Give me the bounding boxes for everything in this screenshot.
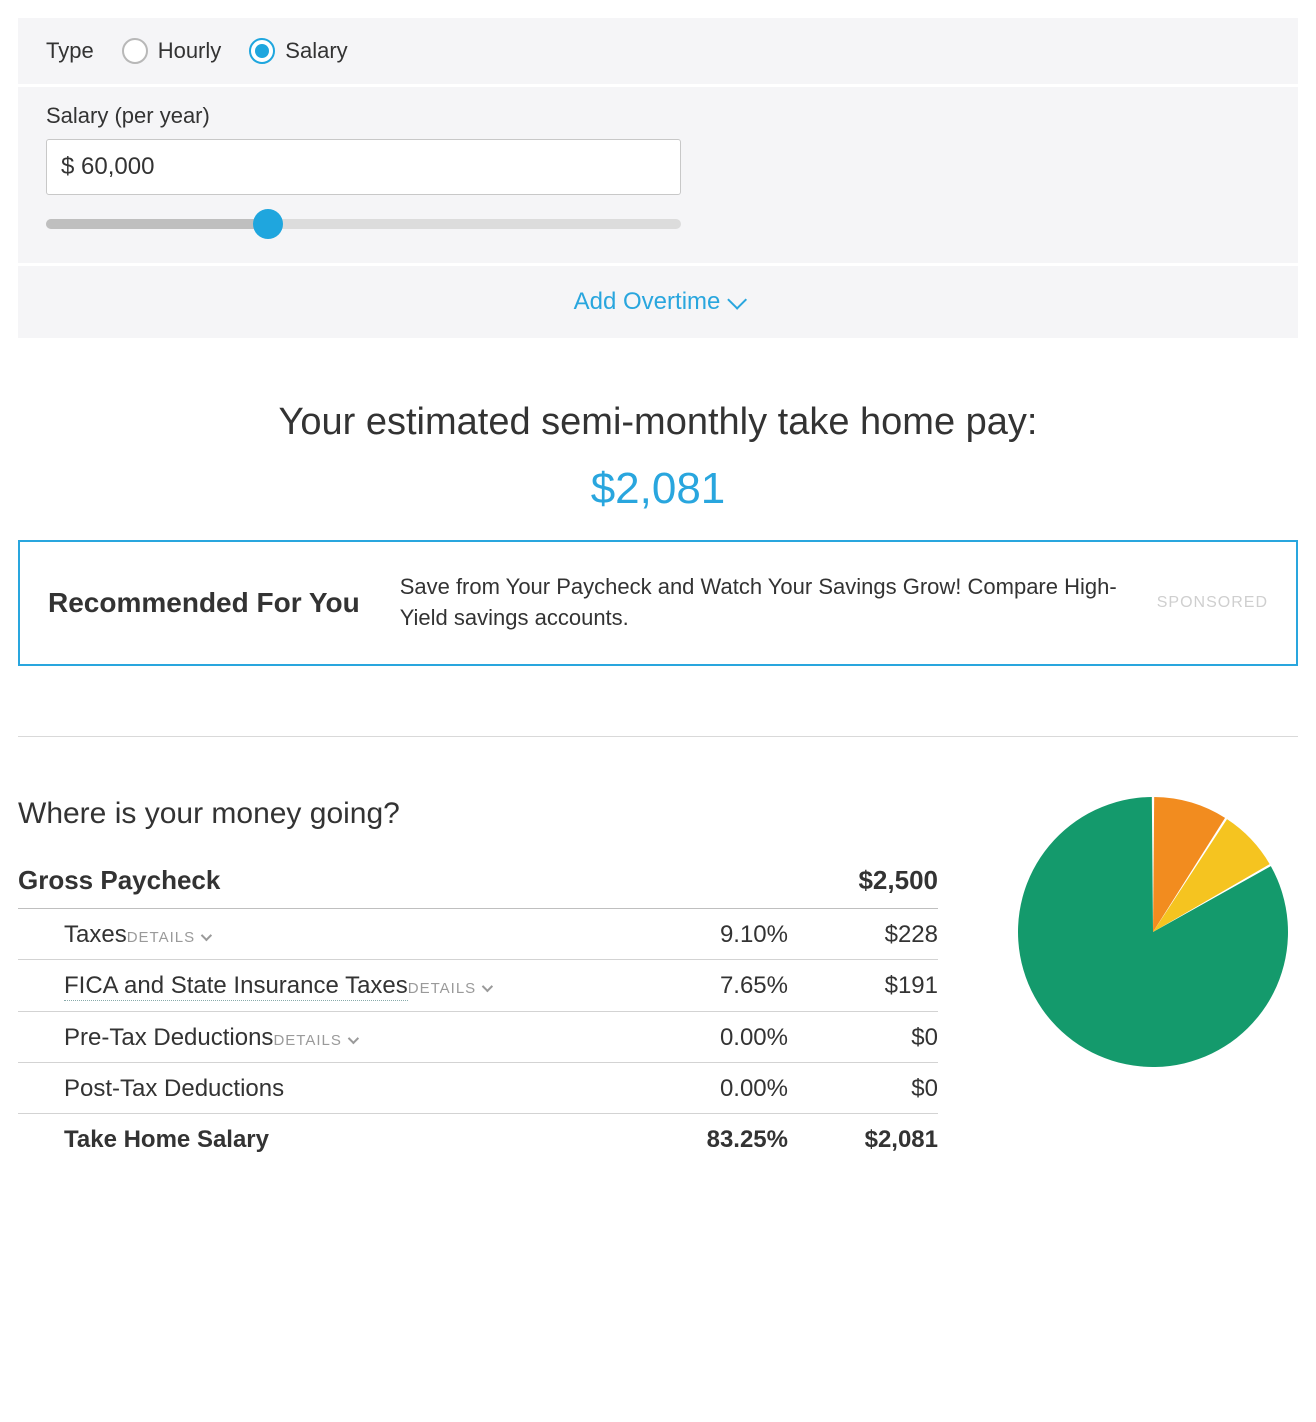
- breakdown-row-amount: $228: [788, 921, 938, 949]
- breakdown-row: FICA and State Insurance TaxesDETAILS 7.6…: [18, 960, 938, 1012]
- details-toggle[interactable]: DETAILS: [408, 980, 490, 997]
- details-toggle[interactable]: DETAILS: [127, 929, 209, 946]
- details-toggle[interactable]: DETAILS: [273, 1032, 355, 1049]
- breakdown-row-percent: 9.10%: [648, 921, 788, 949]
- breakdown-row-percent: 0.00%: [648, 1024, 788, 1052]
- details-label: DETAILS: [273, 1032, 341, 1049]
- gross-paycheck-amount: $2,500: [858, 865, 938, 896]
- pay-type-salary-label: Salary: [285, 38, 347, 64]
- breakdown-row-name: Take Home Salary: [64, 1126, 269, 1153]
- details-label: DETAILS: [408, 980, 476, 997]
- money-pie-chart: [1018, 797, 1288, 1067]
- promo-card[interactable]: Recommended For You Save from Your Paych…: [18, 540, 1298, 666]
- breakdown-row-name: Post-Tax Deductions: [64, 1075, 284, 1102]
- breakdown-row: Pre-Tax DeductionsDETAILS 0.00%$0: [18, 1012, 938, 1063]
- add-overtime-link[interactable]: Add Overtime: [574, 288, 743, 316]
- breakdown-row-percent: 83.25%: [648, 1126, 788, 1154]
- section-divider: [18, 736, 1298, 737]
- pay-type-hourly-radio[interactable]: Hourly: [122, 38, 222, 64]
- breakdown-row-name: Taxes: [64, 921, 127, 948]
- breakdown-row-amount: $191: [788, 972, 938, 1000]
- promo-title: Recommended For You: [48, 587, 360, 619]
- breakdown-row: Post-Tax Deductions 0.00%$0: [18, 1063, 938, 1114]
- salary-label: Salary (per year): [46, 103, 1270, 129]
- promo-text: Save from Your Paycheck and Watch Your S…: [400, 572, 1117, 634]
- details-label: DETAILS: [127, 929, 195, 946]
- gross-paycheck-label: Gross Paycheck: [18, 865, 220, 896]
- pay-type-hourly-label: Hourly: [158, 38, 222, 64]
- pay-type-label: Type: [46, 38, 94, 64]
- chevron-down-icon: [348, 1033, 359, 1044]
- breakdown-row: TaxesDETAILS 9.10%$228: [18, 909, 938, 960]
- chevron-down-icon: [728, 290, 748, 310]
- pay-type-salary-radio[interactable]: Salary: [249, 38, 347, 64]
- breakdown-row-percent: 0.00%: [648, 1075, 788, 1103]
- breakdown-row-amount: $2,081: [788, 1126, 938, 1154]
- breakdown-row-amount: $0: [788, 1075, 938, 1103]
- chevron-down-icon: [201, 930, 212, 941]
- breakdown-row-amount: $0: [788, 1024, 938, 1052]
- estimate-title: Your estimated semi-monthly take home pa…: [18, 401, 1298, 444]
- estimate-amount: $2,081: [18, 464, 1298, 514]
- breakdown-title: Where is your money going?: [18, 797, 938, 831]
- salary-slider[interactable]: [46, 209, 681, 239]
- promo-sponsored-label: SPONSORED: [1157, 594, 1268, 612]
- breakdown-row-percent: 7.65%: [648, 972, 788, 1000]
- salary-input[interactable]: [46, 139, 681, 195]
- pay-type-radio-group: Hourly Salary: [122, 38, 348, 64]
- breakdown-row: Take Home Salary 83.25%$2,081: [18, 1114, 938, 1164]
- breakdown-row-name: FICA and State Insurance Taxes: [64, 972, 408, 1001]
- breakdown-row-name: Pre-Tax Deductions: [64, 1024, 273, 1051]
- add-overtime-label: Add Overtime: [574, 288, 721, 316]
- chevron-down-icon: [482, 981, 493, 992]
